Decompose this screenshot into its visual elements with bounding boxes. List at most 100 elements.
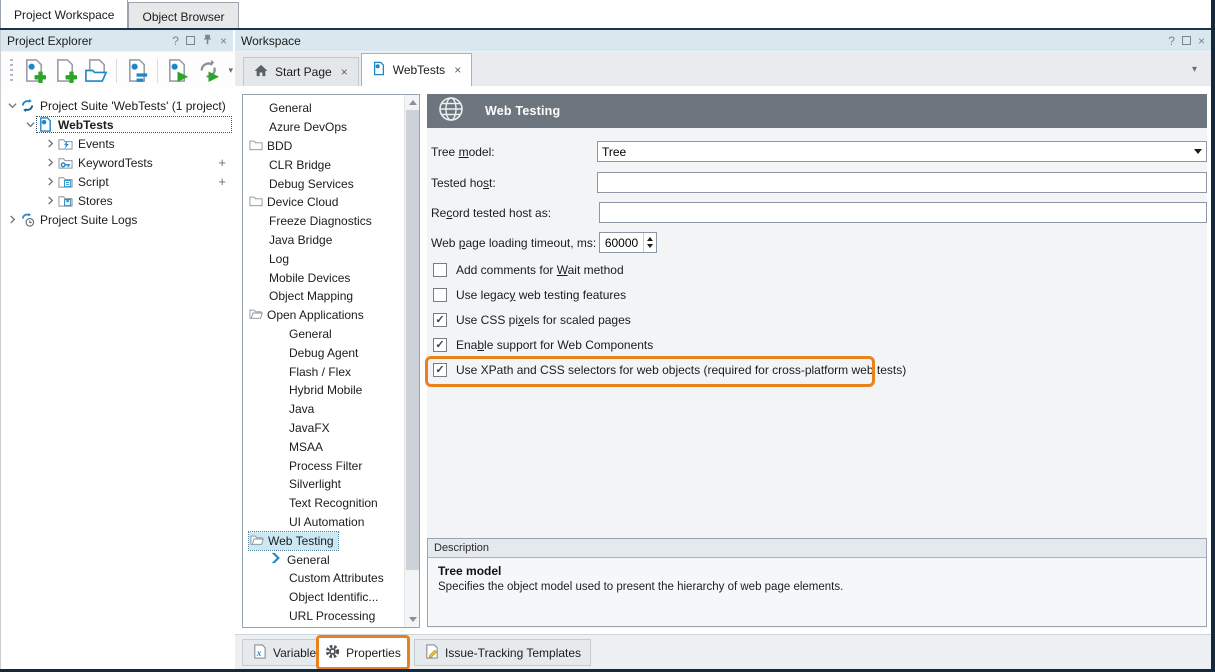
bottom-tab-strip: x Variables Properties Issue-Tracking Te… (235, 634, 1211, 670)
tab-issue-tracking-templates[interactable]: Issue-Tracking Templates (414, 639, 591, 666)
settings-item-silverlight[interactable]: Silverlight (243, 475, 419, 494)
close-tab-icon[interactable]: × (341, 65, 348, 79)
run-project-icon[interactable] (165, 57, 191, 84)
settings-item-mobile-devices[interactable]: Mobile Devices (243, 268, 419, 287)
settings-item-web-testing-general[interactable]: General (243, 550, 419, 569)
chevron-right-icon[interactable] (43, 139, 57, 148)
scrollbar-thumb[interactable] (406, 110, 419, 570)
tab-webtests[interactable]: WebTests × (361, 53, 472, 86)
organize-items-icon[interactable] (124, 57, 150, 84)
pin-icon[interactable] (202, 34, 213, 47)
tree-model-value: Tree (602, 145, 626, 159)
tested-host-label: Tested host: (431, 176, 496, 190)
add-item-button[interactable]: + (218, 174, 226, 189)
chevron-right-icon[interactable] (43, 177, 57, 186)
checkbox[interactable] (433, 263, 447, 277)
settings-item-javafx[interactable]: JavaFX (243, 419, 419, 438)
settings-item-label: Device Cloud (267, 195, 338, 209)
settings-item-open-applications[interactable]: Open Applications (243, 306, 419, 325)
tree-item-stores[interactable]: Stores (1, 191, 233, 210)
checkbox-legacy-web-testing[interactable]: Use legacy web testing features (433, 287, 626, 303)
settings-item-flash-flex[interactable]: Flash / Flex (243, 362, 419, 381)
settings-item-device-cloud[interactable]: Device Cloud (243, 193, 419, 212)
settings-item-hybrid-mobile[interactable]: Hybrid Mobile (243, 381, 419, 400)
chevron-right-icon[interactable] (5, 215, 19, 224)
combo-arrow-icon[interactable] (1190, 149, 1206, 154)
help-icon[interactable]: ? (1168, 35, 1175, 47)
tree-item-project-suite[interactable]: Project Suite 'WebTests' (1 project) (1, 96, 233, 115)
settings-item-debug-agent[interactable]: Debug Agent (243, 343, 419, 362)
tree-item-label: KeywordTests (78, 156, 153, 170)
spin-down-icon[interactable] (647, 244, 653, 248)
settings-item-java-bridge[interactable]: Java Bridge (243, 231, 419, 250)
settings-item-custom-attributes[interactable]: Custom Attributes (243, 569, 419, 588)
tree-item-project-suite-logs[interactable]: Project Suite Logs (1, 210, 233, 229)
maximize-icon[interactable] (186, 36, 195, 45)
settings-item-clr-bridge[interactable]: CLR Bridge (243, 155, 419, 174)
toolbar-grip[interactable] (10, 59, 13, 83)
folder-icon (249, 138, 263, 154)
chevron-right-icon[interactable] (43, 196, 57, 205)
record-host-input[interactable] (599, 202, 1207, 223)
project-explorer-panel: Project Explorer ? × (0, 30, 233, 670)
spin-up-icon[interactable] (647, 237, 653, 241)
settings-item-web-testing[interactable]: Web Testing (243, 531, 419, 550)
checkbox[interactable] (433, 288, 447, 302)
tree-item-keywordtests[interactable]: KeywordTests + (1, 153, 233, 172)
help-icon[interactable]: ? (172, 35, 179, 47)
settings-item-debug-services[interactable]: Debug Services (243, 174, 419, 193)
tab-start-page[interactable]: Start Page × (243, 57, 359, 86)
globe-icon (438, 96, 464, 127)
close-icon[interactable]: × (1198, 35, 1205, 47)
description-panel: Description Tree model Specifies the obj… (427, 538, 1207, 627)
settings-item-process-filter[interactable]: Process Filter (243, 456, 419, 475)
settings-item-open-apps-general[interactable]: General (243, 325, 419, 344)
settings-item-general[interactable]: General (243, 99, 419, 118)
settings-list-scrollbar[interactable] (404, 95, 419, 627)
add-item-button[interactable]: + (218, 155, 226, 170)
tab-label: Properties (346, 646, 401, 660)
maximize-icon[interactable] (1182, 36, 1191, 45)
tab-project-workspace[interactable]: Project Workspace (0, 0, 128, 28)
checkbox[interactable]: ✓ (433, 338, 447, 352)
settings-item-log[interactable]: Log (243, 249, 419, 268)
tree-item-script[interactable]: Script + (1, 172, 233, 191)
tab-object-browser[interactable]: Object Browser (128, 2, 238, 28)
settings-item-freeze-diagnostics[interactable]: Freeze Diagnostics (243, 212, 419, 231)
tree-item-webtests[interactable]: WebTests (1, 115, 233, 134)
settings-item-object-identification[interactable]: Object Identific... (243, 588, 419, 607)
scroll-up-icon[interactable] (405, 95, 420, 110)
settings-item-url-processing[interactable]: URL Processing (243, 607, 419, 626)
workspace-header: Workspace ? × (235, 30, 1211, 52)
close-tab-icon[interactable]: × (454, 63, 461, 77)
chevron-down-icon[interactable] (23, 120, 37, 129)
close-icon[interactable]: × (220, 35, 227, 47)
timeout-label: Web page loading timeout, ms: (431, 236, 596, 250)
timeout-spinner[interactable]: 60000 (599, 232, 657, 253)
checkbox-add-comments-wait[interactable]: Add comments for Wait method (433, 262, 624, 278)
settings-item-bdd[interactable]: BDD (243, 137, 419, 156)
settings-item-text-recognition[interactable]: Text Recognition (243, 494, 419, 513)
project-explorer-header: Project Explorer ? × (1, 30, 233, 52)
chevron-down-icon[interactable] (5, 101, 19, 110)
add-project-item-icon[interactable] (53, 57, 79, 84)
settings-item-msaa[interactable]: MSAA (243, 437, 419, 456)
tree-item-events[interactable]: Events (1, 134, 233, 153)
project-icon (372, 61, 386, 79)
checkbox-css-pixels[interactable]: ✓ Use CSS pixels for scaled pages (433, 312, 631, 328)
checkbox-web-components[interactable]: ✓ Enable support for Web Components (433, 337, 653, 353)
tested-host-input[interactable] (597, 172, 1207, 193)
settings-item-object-mapping[interactable]: Object Mapping (243, 287, 419, 306)
tree-model-dropdown[interactable]: Tree (597, 141, 1207, 162)
chevron-right-icon[interactable] (43, 158, 57, 167)
settings-item-java[interactable]: Java (243, 400, 419, 419)
tab-properties[interactable]: Properties (316, 635, 410, 670)
settings-item-ui-automation[interactable]: UI Automation (243, 513, 419, 532)
add-project-suite-icon[interactable] (22, 57, 48, 84)
settings-item-azure-devops[interactable]: Azure DevOps (243, 118, 419, 137)
open-file-icon[interactable] (83, 57, 109, 84)
tab-list-caret-icon[interactable]: ▾ (1192, 64, 1197, 75)
checkbox[interactable]: ✓ (433, 313, 447, 327)
run-project-suite-icon[interactable] (196, 57, 222, 84)
scroll-down-icon[interactable] (405, 612, 420, 627)
